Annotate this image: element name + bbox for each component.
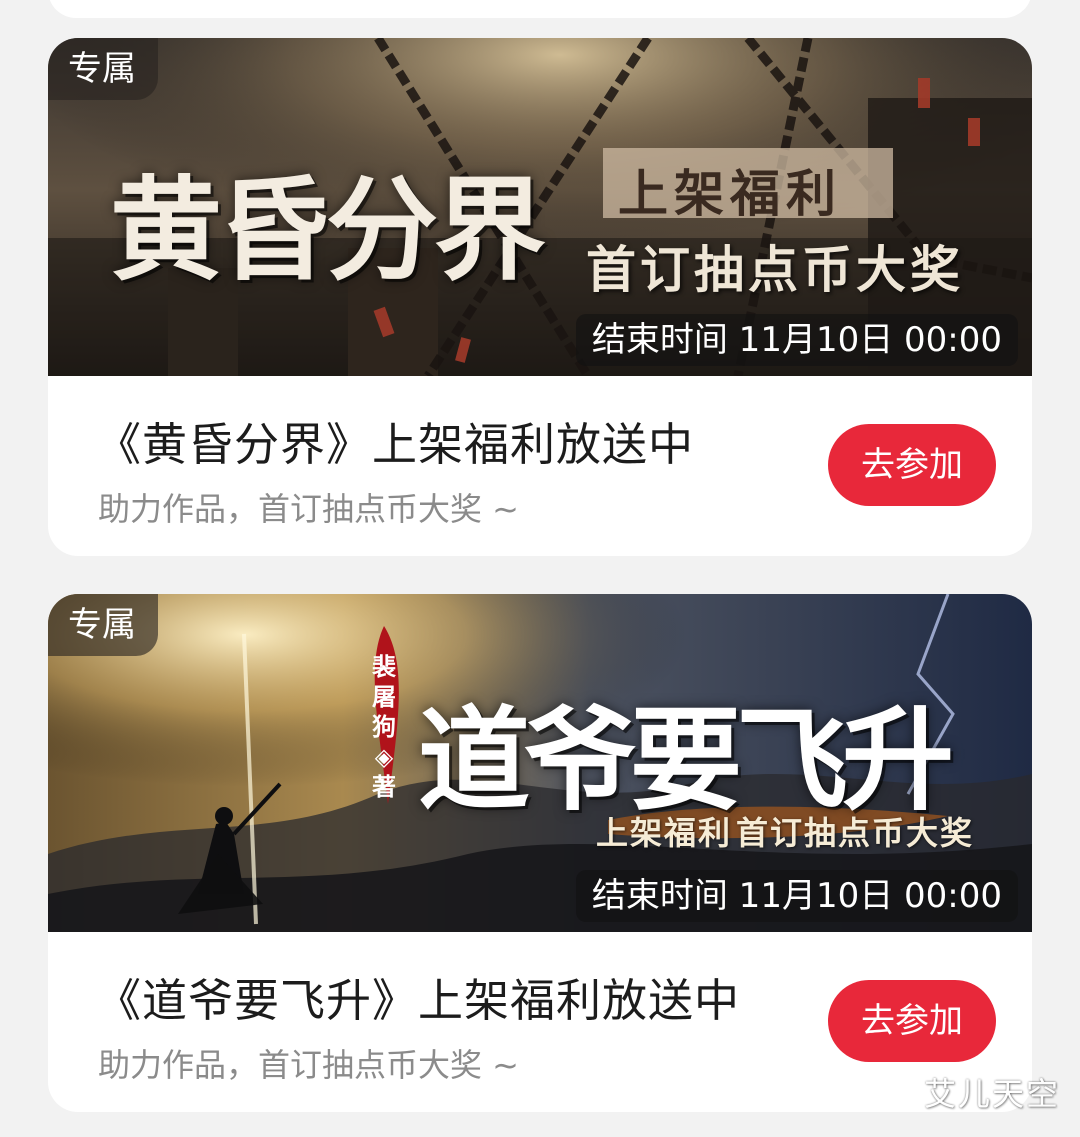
card-title: 《道爷要飞升》上架福利放送中 [96,974,741,1027]
banner-tag-secondary: 首订抽点币大奖 [736,814,975,852]
event-card[interactable]: 专属 裴屠狗◈著 道爷要飞升 上架福利 首订抽点币大奖 结束时间 11月10日 … [48,594,1032,1112]
banner-tag-primary: 上架福利 [596,814,733,852]
watermark: 艾儿天空 [923,1075,1060,1113]
join-button[interactable]: 去参加 [828,980,996,1062]
end-time-label: 结束时间 11月10日 00:00 [575,870,1018,922]
card-body: 《道爷要飞升》上架福利放送中 助力作品，首订抽点币大奖 ~ 去参加 [48,932,1032,1112]
join-button[interactable]: 去参加 [828,424,996,506]
event-card[interactable]: 专属 黄昏分界 上架福利 首订抽点币大奖 结束时间 11月10日 00:00 《… [48,38,1032,556]
card-title: 《黄昏分界》上架福利放送中 [96,418,695,471]
exclusive-badge: 专属 [48,594,158,656]
banner-author: 裴屠狗◈著 [372,652,396,801]
exclusive-badge: 专属 [48,38,158,100]
card-body: 《黄昏分界》上架福利放送中 助力作品，首订抽点币大奖 ~ 去参加 [48,376,1032,556]
event-banner[interactable]: 专属 黄昏分界 上架福利 首订抽点币大奖 结束时间 11月10日 00:00 [48,38,1032,376]
banner-tag-secondary: 首订抽点币大奖 [586,240,964,299]
event-banner[interactable]: 专属 裴屠狗◈著 道爷要飞升 上架福利 首订抽点币大奖 结束时间 11月10日 … [48,594,1032,932]
card-subtitle: 助力作品，首订抽点币大奖 ~ [98,490,519,528]
previous-card-edge [48,0,1032,18]
banner-tag-primary: 上架福利 [618,164,842,223]
banner-book-title: 黄昏分界 [110,165,546,296]
card-subtitle: 助力作品，首订抽点币大奖 ~ [98,1046,519,1084]
end-time-label: 结束时间 11月10日 00:00 [575,314,1018,366]
